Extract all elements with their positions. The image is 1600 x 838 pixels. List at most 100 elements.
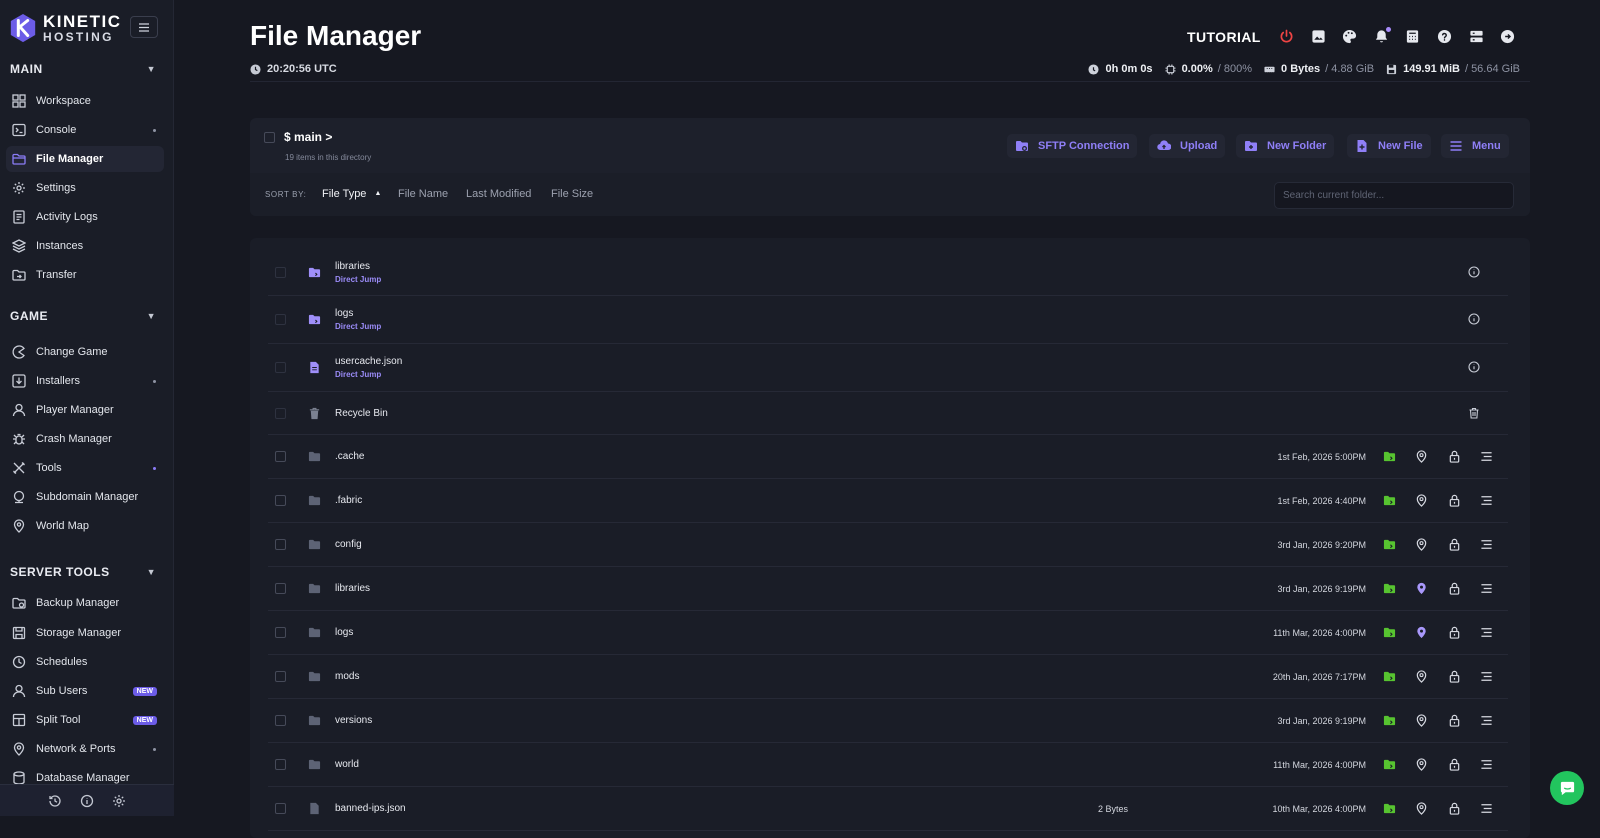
new-folder-button[interactable]: New Folder xyxy=(1236,134,1335,158)
pin-icon[interactable] xyxy=(1415,538,1428,551)
pin-icon[interactable] xyxy=(1415,626,1428,639)
select-all-checkbox[interactable] xyxy=(264,131,275,143)
lock-icon[interactable] xyxy=(1448,714,1461,727)
section-game[interactable]: GAME ▼ xyxy=(10,307,160,325)
table-row[interactable]: .cache 1st Feb, 2026 5:00PM xyxy=(268,435,1508,479)
info-icon[interactable] xyxy=(80,794,94,808)
info-icon[interactable] xyxy=(1468,361,1480,373)
sidebar-item-settings[interactable]: Settings xyxy=(6,175,164,201)
info-icon[interactable] xyxy=(1468,266,1480,278)
sidebar-item-sub-users[interactable]: Sub Users NEW xyxy=(6,678,164,704)
row-checkbox[interactable] xyxy=(275,627,286,638)
file-name[interactable]: world xyxy=(335,759,359,770)
sidebar-item-installers[interactable]: Installers xyxy=(6,368,164,394)
row-checkbox[interactable] xyxy=(275,362,286,373)
sidebar-item-network-ports[interactable]: Network & Ports xyxy=(6,736,164,762)
sidebar-item-crash-manager[interactable]: Crash Manager xyxy=(6,426,164,452)
pinned-row-logs[interactable]: logs Direct Jump xyxy=(268,296,1508,344)
history-icon[interactable] xyxy=(48,794,62,808)
sidebar-item-instances[interactable]: Instances xyxy=(6,233,164,259)
pin-icon[interactable] xyxy=(1415,670,1428,683)
lock-icon[interactable] xyxy=(1448,538,1461,551)
pin-icon[interactable] xyxy=(1415,582,1428,595)
palette-icon[interactable] xyxy=(1342,29,1357,44)
file-name[interactable]: .cache xyxy=(335,451,364,462)
section-server-tools[interactable]: SERVER TOOLS ▼ xyxy=(10,563,160,581)
table-row[interactable]: logs 11th Mar, 2026 4:00PM xyxy=(268,611,1508,655)
lock-icon[interactable] xyxy=(1448,758,1461,771)
file-name[interactable]: banned-ips.json xyxy=(335,803,406,814)
live-chat-button[interactable] xyxy=(1550,771,1584,805)
open-folder-icon[interactable] xyxy=(1383,802,1396,815)
row-checkbox[interactable] xyxy=(275,267,286,278)
direct-jump-link[interactable]: Direct Jump xyxy=(335,275,381,284)
menu-button[interactable]: Menu xyxy=(1441,134,1509,158)
table-row[interactable]: .fabric 1st Feb, 2026 4:40PM xyxy=(268,479,1508,523)
sidebar-item-split-tool[interactable]: Split Tool NEW xyxy=(6,707,164,733)
row-checkbox[interactable] xyxy=(275,803,286,814)
sidebar-item-world-map[interactable]: World Map xyxy=(6,513,164,539)
row-menu-icon[interactable] xyxy=(1480,714,1493,727)
row-checkbox[interactable] xyxy=(275,583,286,594)
sort-by-file-size[interactable]: File Size xyxy=(551,188,593,200)
file-name[interactable]: config xyxy=(335,539,362,550)
new-file-button[interactable]: New File xyxy=(1347,134,1431,158)
open-folder-icon[interactable] xyxy=(1383,670,1396,683)
pinned-row-libraries[interactable]: libraries Direct Jump xyxy=(268,250,1508,296)
open-folder-icon[interactable] xyxy=(1383,538,1396,551)
table-row[interactable]: world 11th Mar, 2026 4:00PM xyxy=(268,743,1508,787)
row-menu-icon[interactable] xyxy=(1480,758,1493,771)
row-checkbox[interactable] xyxy=(275,495,286,506)
pin-icon[interactable] xyxy=(1415,758,1428,771)
row-checkbox[interactable] xyxy=(275,671,286,682)
file-name[interactable]: libraries xyxy=(335,583,370,594)
file-name[interactable]: logs xyxy=(335,308,353,319)
notifications-button[interactable] xyxy=(1374,27,1391,44)
row-menu-icon[interactable] xyxy=(1480,802,1493,815)
sidebar-item-workspace[interactable]: Workspace xyxy=(6,88,164,114)
logout-icon[interactable] xyxy=(1500,29,1515,44)
open-folder-icon[interactable] xyxy=(1383,494,1396,507)
sidebar-item-tools[interactable]: Tools xyxy=(6,455,164,481)
pin-icon[interactable] xyxy=(1415,450,1428,463)
recycle-bin-row[interactable]: Recycle Bin xyxy=(268,392,1508,435)
row-menu-icon[interactable] xyxy=(1480,670,1493,683)
lock-icon[interactable] xyxy=(1448,582,1461,595)
row-checkbox[interactable] xyxy=(275,451,286,462)
image-icon[interactable] xyxy=(1311,29,1326,44)
trash-icon[interactable] xyxy=(1468,407,1480,419)
row-checkbox[interactable] xyxy=(275,408,286,419)
direct-jump-link[interactable]: Direct Jump xyxy=(335,370,381,379)
pin-icon[interactable] xyxy=(1415,714,1428,727)
open-folder-icon[interactable] xyxy=(1383,626,1396,639)
file-name[interactable]: logs xyxy=(335,627,353,638)
page-scrollbar[interactable] xyxy=(1594,0,1600,816)
lock-icon[interactable] xyxy=(1448,626,1461,639)
lock-icon[interactable] xyxy=(1448,450,1461,463)
lock-icon[interactable] xyxy=(1448,670,1461,683)
sidebar-item-file-manager[interactable]: File Manager xyxy=(6,146,164,172)
open-folder-icon[interactable] xyxy=(1383,714,1396,727)
pin-icon[interactable] xyxy=(1415,802,1428,815)
row-menu-icon[interactable] xyxy=(1480,582,1493,595)
open-folder-icon[interactable] xyxy=(1383,758,1396,771)
sort-by-file-name[interactable]: File Name xyxy=(398,188,448,200)
row-menu-icon[interactable] xyxy=(1480,494,1493,507)
sort-by-last-modified[interactable]: Last Modified xyxy=(466,188,531,200)
sidebar-item-schedules[interactable]: Schedules xyxy=(6,649,164,675)
table-row[interactable]: libraries 3rd Jan, 2026 9:19PM xyxy=(268,567,1508,611)
sftp-connection-button[interactable]: SFTP Connection xyxy=(1007,134,1138,158)
file-name[interactable]: usercache.json xyxy=(335,356,402,367)
pinned-row-usercache[interactable]: usercache.json Direct Jump xyxy=(268,344,1508,392)
row-checkbox[interactable] xyxy=(275,759,286,770)
sidebar-toggle-button[interactable] xyxy=(130,16,158,38)
sidebar-item-subdomain-manager[interactable]: Subdomain Manager xyxy=(6,484,164,510)
upload-button[interactable]: Upload xyxy=(1149,134,1226,158)
row-checkbox[interactable] xyxy=(275,539,286,550)
file-name[interactable]: libraries xyxy=(335,261,370,272)
row-menu-icon[interactable] xyxy=(1480,538,1493,551)
search-input[interactable] xyxy=(1274,182,1514,209)
current-path[interactable]: $ main > xyxy=(284,130,332,144)
lock-icon[interactable] xyxy=(1448,802,1461,815)
lock-icon[interactable] xyxy=(1448,494,1461,507)
